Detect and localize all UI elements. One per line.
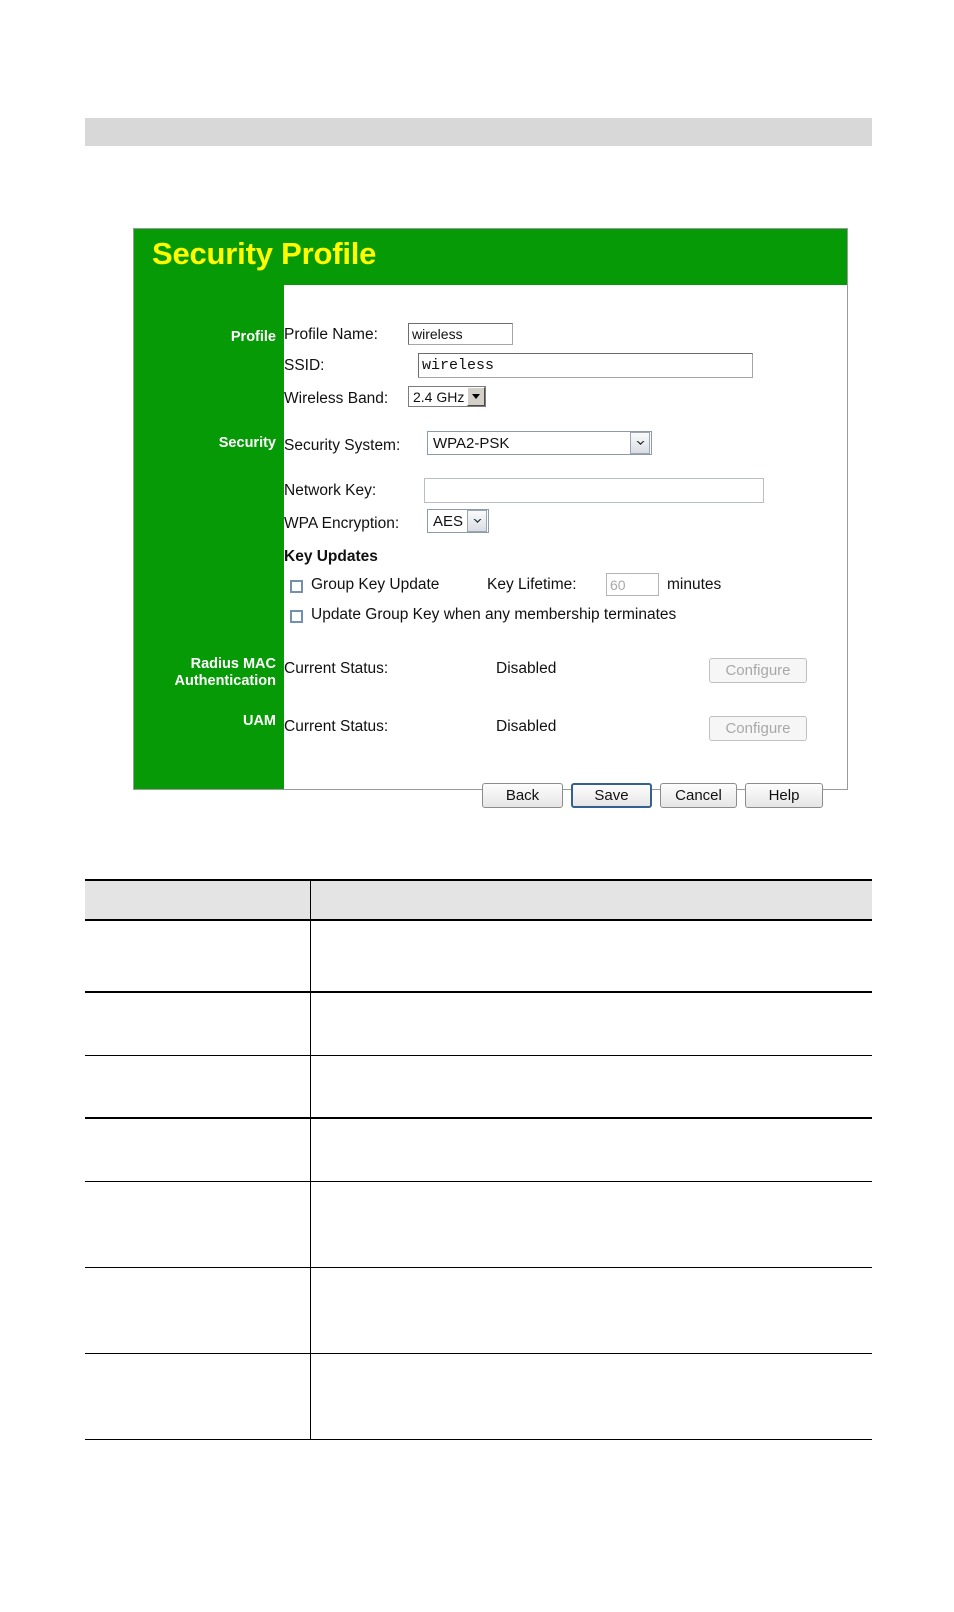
cancel-button[interactable]: Cancel <box>660 783 737 808</box>
uam-current-status-value: Disabled <box>496 718 557 735</box>
wpa-encryption-label: WPA Encryption: <box>284 515 400 532</box>
security-profile-panel: Security Profile Profile Security Radius… <box>133 228 848 808</box>
ssid-label: SSID: <box>284 357 325 374</box>
panel-sidebar: Profile Security Radius MAC Authenticati… <box>134 285 284 789</box>
table-cell-description <box>310 1055 872 1119</box>
security-system-value: WPA2-PSK <box>433 434 510 452</box>
key-lifetime-label: Key Lifetime: <box>487 576 577 593</box>
group-key-update-label: Group Key Update <box>311 576 440 593</box>
sidebar-label-uam: UAM <box>242 713 276 729</box>
sidebar-label-security: Security <box>218 435 276 451</box>
page-header-bar <box>85 118 872 146</box>
page-title: Security Profile <box>152 236 377 271</box>
table-cell-description <box>310 1267 872 1354</box>
chevron-down-icon <box>467 510 487 532</box>
table-cell-description <box>310 992 872 1056</box>
table-cell-term <box>85 1055 311 1119</box>
radius-configure-button[interactable]: Configure <box>709 658 807 683</box>
table-cell-term <box>85 920 311 993</box>
uam-configure-button[interactable]: Configure <box>709 716 807 741</box>
wireless-band-value: 2.4 GHz <box>413 388 465 405</box>
table-cell-term <box>85 992 311 1056</box>
save-button[interactable]: Save <box>571 783 652 808</box>
table-cell-description <box>310 1181 872 1268</box>
network-key-label: Network Key: <box>284 482 377 499</box>
table-row <box>85 1181 872 1268</box>
table-cell-description <box>310 920 872 993</box>
table-cell-term <box>85 1181 311 1268</box>
key-lifetime-input[interactable] <box>606 573 659 596</box>
sidebar-label-radius-mac-authentication: Radius MAC Authentication <box>136 656 277 690</box>
sidebar-label-profile: Profile <box>230 329 276 345</box>
update-group-key-label: Update Group Key when any membership ter… <box>311 606 677 623</box>
table-header-row <box>85 879 872 921</box>
panel-content: Profile Name: SSID: Wireless Band: 2.4 G… <box>284 285 847 808</box>
table-cell-description <box>310 1118 872 1182</box>
group-key-update-checkbox[interactable] <box>290 580 303 593</box>
chevron-down-icon <box>630 432 650 454</box>
wpa-encryption-select[interactable]: AES <box>427 509 489 533</box>
sidebar-label-radius-line1: Radius MAC <box>190 656 276 672</box>
key-lifetime-units-label: minutes <box>667 576 722 593</box>
table-cell-term <box>85 1353 311 1440</box>
key-updates-heading: Key Updates <box>284 548 378 565</box>
back-button[interactable]: Back <box>482 783 563 808</box>
table-cell-description <box>310 1353 872 1440</box>
radius-current-status-label: Current Status: <box>284 660 389 677</box>
panel-title-band: Security Profile <box>134 229 847 285</box>
table-row <box>85 1118 872 1182</box>
table-row <box>85 1267 872 1354</box>
table-row <box>85 1055 872 1119</box>
radius-current-status-value: Disabled <box>496 660 557 677</box>
chevron-down-icon <box>467 387 486 406</box>
ssid-input[interactable] <box>418 353 753 378</box>
sidebar-label-radius-line2: Authentication <box>174 673 277 689</box>
profile-name-label: Profile Name: <box>284 326 378 343</box>
table-cell-term <box>85 1267 311 1354</box>
security-system-label: Security System: <box>284 437 401 454</box>
profile-name-input[interactable] <box>408 323 513 345</box>
table-row <box>85 992 872 1056</box>
table-row <box>85 920 872 993</box>
uam-current-status-label: Current Status: <box>284 718 389 735</box>
network-key-input[interactable] <box>424 478 764 503</box>
wireless-band-label: Wireless Band: <box>284 390 389 407</box>
update-group-key-checkbox[interactable] <box>290 610 303 623</box>
table-header-cell-term <box>85 879 311 921</box>
table-header-cell-description <box>310 879 872 921</box>
field-description-table <box>85 879 872 1440</box>
table-row <box>85 1353 872 1440</box>
wpa-encryption-value: AES <box>433 512 464 530</box>
security-system-select[interactable]: WPA2-PSK <box>427 431 652 455</box>
table-cell-term <box>85 1118 311 1182</box>
help-button[interactable]: Help <box>745 783 823 808</box>
wireless-band-select[interactable]: 2.4 GHz <box>408 386 486 407</box>
